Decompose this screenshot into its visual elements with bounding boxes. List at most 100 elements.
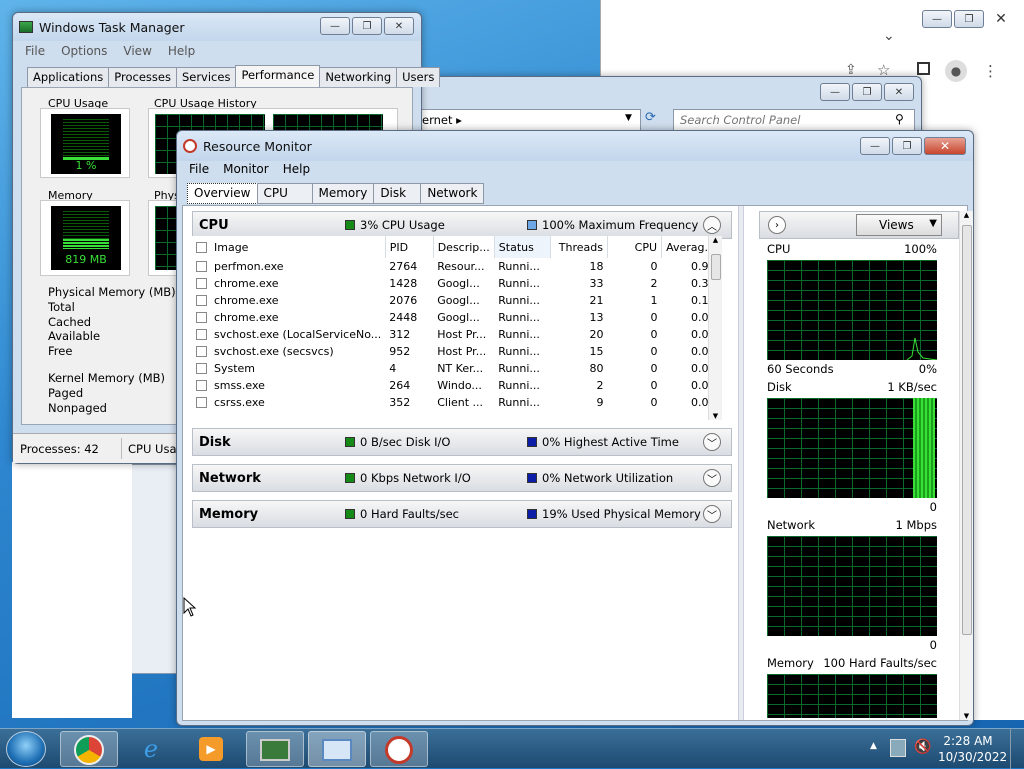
column-description[interactable]: Descrip... — [433, 236, 495, 258]
tab-processes[interactable]: Processes — [108, 67, 177, 87]
tab-disk[interactable]: Disk — [373, 183, 422, 204]
column-image[interactable]: Image — [192, 236, 386, 258]
row-checkbox[interactable] — [196, 278, 207, 289]
used-memory-swatch — [527, 509, 537, 519]
table-row[interactable]: chrome.exe 2448 Googl... Runni... 13 0 0.09 — [192, 309, 720, 326]
cpu-usage-meter: 1 % — [51, 114, 121, 174]
menu-file[interactable]: File — [25, 44, 45, 58]
memory-section-header[interactable]: Memory 0 Hard Faults/sec 19% Used Physic… — [192, 500, 732, 528]
table-row[interactable]: smss.exe 264 Windo... Runni... 2 0 0.00 — [192, 377, 720, 394]
show-desktop-button[interactable] — [1010, 729, 1024, 769]
column-pid[interactable]: PID — [385, 236, 434, 258]
search-control-panel-input[interactable] — [673, 109, 915, 131]
column-status[interactable]: Status — [494, 236, 551, 258]
scrollbar-thumb[interactable] — [711, 254, 721, 280]
table-row[interactable]: svchost.exe (secsvcs) 952 Host Pr... Runni.… — [192, 343, 720, 360]
row-checkbox[interactable] — [196, 397, 207, 408]
tm-restore-button[interactable]: ❐ — [352, 17, 382, 35]
table-row[interactable]: chrome.exe 1428 Googl... Runni... 33 2 0.35 — [192, 275, 720, 292]
tab-applications[interactable]: Applications — [27, 67, 110, 87]
cell-status: Runni... — [498, 294, 540, 307]
menu-help[interactable]: Help — [168, 44, 195, 58]
cp-close-button[interactable]: ✕ — [884, 83, 914, 101]
disk-section-header[interactable]: Disk 0 B/sec Disk I/O 0% Highest Active … — [192, 428, 732, 456]
chevron-down-icon[interactable]: ﹀ — [703, 433, 721, 451]
row-checkbox[interactable] — [196, 312, 207, 323]
process-table-scrollbar[interactable]: ▲ ▼ — [708, 236, 722, 420]
views-dropdown-icon: ▼ — [929, 218, 937, 229]
cell-status: Runni... — [498, 362, 540, 375]
show-hidden-icons[interactable]: ▲ — [870, 741, 877, 751]
tab-memory[interactable]: Memory — [311, 183, 375, 204]
row-checkbox[interactable] — [196, 329, 207, 340]
taskbar-resource-monitor[interactable] — [370, 731, 428, 767]
table-row[interactable]: perfmon.exe 2764 Resour... Runni... 18 0 0.95 — [192, 258, 720, 275]
chevron-down-icon[interactable]: ⌄ — [883, 28, 895, 44]
chevron-up-icon[interactable]: ︿ — [703, 216, 721, 234]
network-flag-icon[interactable] — [890, 739, 906, 757]
cp-minimize-button[interactable]: — — [820, 83, 850, 101]
profile-avatar[interactable]: ● — [945, 60, 967, 82]
menu-file[interactable]: File — [189, 162, 209, 176]
taskbar-ie[interactable]: e — [122, 731, 180, 767]
start-button[interactable] — [6, 731, 46, 767]
row-checkbox[interactable] — [196, 295, 207, 306]
address-bar[interactable]: ernet ▸ — [415, 109, 641, 131]
chrome-close-button[interactable]: ✕ — [986, 10, 1016, 28]
search-icon: ⚲ — [895, 112, 904, 126]
menu-monitor[interactable]: Monitor — [223, 162, 269, 176]
chrome-minimize-button[interactable]: — — [922, 10, 952, 28]
select-all-checkbox[interactable] — [196, 241, 207, 253]
row-checkbox[interactable] — [196, 380, 207, 391]
collapse-pane-icon[interactable]: › — [768, 216, 786, 234]
tm-close-button[interactable]: ✕ — [384, 17, 414, 35]
chevron-down-icon[interactable]: ﹀ — [703, 505, 721, 523]
taskbar-task-manager[interactable] — [246, 731, 304, 767]
rm-restore-button[interactable]: ❐ — [892, 137, 922, 155]
cp-restore-button[interactable]: ❐ — [852, 83, 882, 101]
menu-help[interactable]: Help — [283, 162, 310, 176]
section-title: Disk — [199, 434, 231, 450]
resmon-titlebar[interactable]: Resource Monitor — [177, 131, 973, 161]
cpu-section-header[interactable]: CPU 3% CPU Usage 100% Maximum Frequency … — [192, 211, 732, 239]
tab-overview[interactable]: Overview — [187, 183, 258, 204]
taskbar-media-player[interactable]: ▶ — [182, 731, 240, 767]
menu-options[interactable]: Options — [61, 44, 107, 58]
menu-view[interactable]: View — [123, 44, 151, 58]
scrollbar-thumb[interactable] — [962, 225, 972, 635]
column-threads[interactable]: Threads — [550, 236, 608, 258]
row-checkbox[interactable] — [196, 346, 207, 357]
kebab-menu-icon[interactable]: ⋮ — [983, 62, 998, 80]
tm-minimize-button[interactable]: — — [320, 17, 350, 35]
chevron-down-icon[interactable]: ﹀ — [703, 469, 721, 487]
rm-minimize-button[interactable]: — — [860, 137, 890, 155]
graph-pane-scrollbar[interactable]: ▲ ▼ — [959, 211, 973, 720]
tab-cpu[interactable]: CPU — [256, 183, 313, 204]
address-dropdown-icon[interactable]: ▼ — [625, 113, 632, 123]
tab-network[interactable]: Network — [420, 183, 485, 204]
table-row[interactable]: chrome.exe 2076 Googl... Runni... 21 1 0.18 — [192, 292, 720, 309]
views-button[interactable]: Views ▼ — [856, 214, 942, 236]
pane-splitter[interactable] — [738, 206, 744, 720]
side-panel-icon[interactable] — [917, 62, 930, 75]
chrome-restore-button[interactable]: ❐ — [954, 10, 984, 28]
volume-muted-icon[interactable]: 🔇 — [914, 739, 931, 755]
tab-services[interactable]: Services — [175, 67, 237, 87]
table-row[interactable]: System 4 NT Ker... Runni... 80 0 0.00 — [192, 360, 720, 377]
table-row[interactable]: svchost.exe (LocalServiceNo... 312 Host Pr… — [192, 326, 720, 343]
clock[interactable]: 2:28 AM 10/30/2022 — [938, 733, 1007, 765]
cpu-graph — [767, 260, 937, 360]
tab-networking[interactable]: Networking — [319, 67, 398, 87]
taskbar-control-panel[interactable] — [308, 731, 366, 767]
table-row[interactable]: csrss.exe 352 Client ... Runni... 9 0 0.00 — [192, 394, 720, 411]
tab-performance[interactable]: Performance — [235, 65, 321, 87]
tab-users[interactable]: Users — [396, 67, 441, 87]
network-section-header[interactable]: Network 0 Kbps Network I/O 0% Network Ut… — [192, 464, 732, 492]
column-cpu[interactable]: CPU — [607, 236, 663, 258]
rm-close-button[interactable]: ✕ — [924, 137, 966, 155]
row-checkbox[interactable] — [196, 261, 207, 272]
taskbar-chrome[interactable] — [60, 731, 118, 767]
disk-graph-footer: 0 — [767, 500, 937, 516]
row-checkbox[interactable] — [196, 363, 207, 374]
refresh-icon[interactable]: ⟳ — [645, 110, 656, 125]
